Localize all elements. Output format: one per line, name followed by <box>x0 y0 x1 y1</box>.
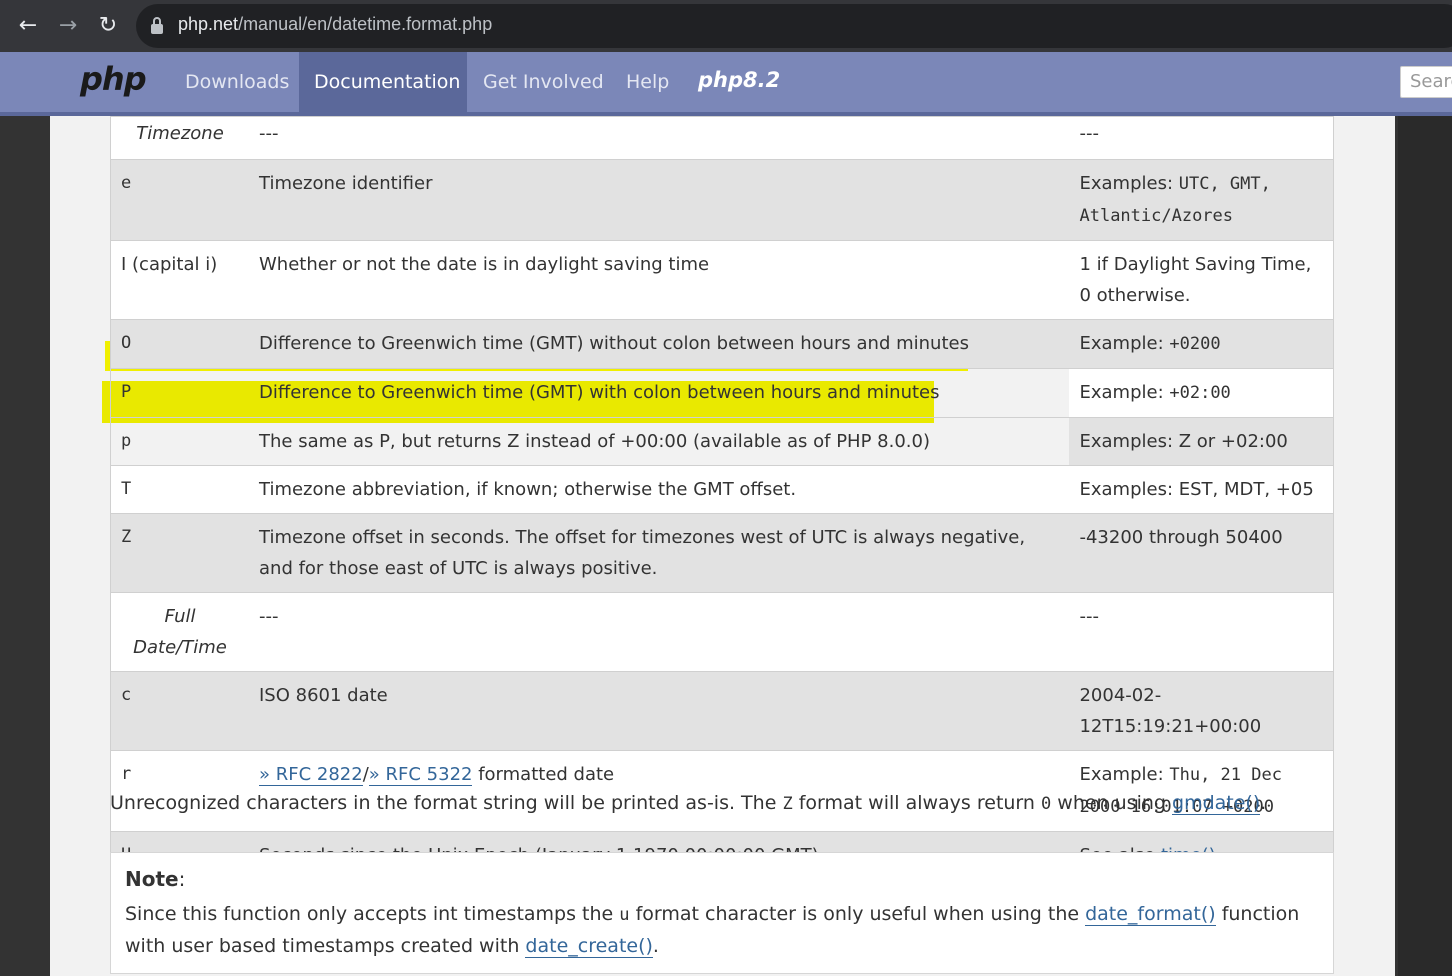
browser-toolbar: ← → ↻ php.net/manual/en/datetime.format.… <box>0 0 1452 52</box>
nav-help[interactable]: Help <box>611 52 684 112</box>
table-row: Full Date/Time --- --- <box>110 592 1334 672</box>
arrow-right-icon[interactable]: → <box>52 10 84 42</box>
table-row: Timezone --- --- <box>110 116 1334 160</box>
rfc-2822-link[interactable]: » RFC 2822 <box>259 764 363 786</box>
note-body: Since this function only accepts int tim… <box>125 903 1300 958</box>
date-format-link[interactable]: date_format() <box>1085 903 1216 926</box>
manual-content: Timezone --- --- e Timezone identifier E… <box>50 116 1395 976</box>
arrow-left-icon[interactable]: ← <box>12 10 44 42</box>
table-row: P Difference to Greenwich time (GMT) wit… <box>110 368 1334 418</box>
table-row: r » RFC 2822/» RFC 5322 formatted date E… <box>110 750 1334 832</box>
search-input[interactable]: Search <box>1400 66 1452 98</box>
table-row: O Difference to Greenwich time (GMT) wit… <box>110 319 1334 369</box>
gmdate-link[interactable]: gmdate() <box>1172 792 1261 815</box>
php-logo[interactable]: php <box>80 60 147 98</box>
note-title: Note: <box>125 867 186 891</box>
nav-get-involved[interactable]: Get Involved <box>468 52 619 112</box>
lock-icon <box>151 17 163 34</box>
table-row: p The same as P, but returns Z instead o… <box>110 417 1334 466</box>
page-gutter <box>1398 116 1452 976</box>
reload-icon[interactable]: ↻ <box>92 10 124 42</box>
php-navbar: php Downloads Documentation Get Involved… <box>0 52 1452 116</box>
group-label: Full Date/Time <box>110 592 249 672</box>
note-box: Note: Since this function only accepts i… <box>110 852 1334 974</box>
table-row: T Timezone abbreviation, if known; other… <box>110 465 1334 514</box>
search-placeholder: Search <box>1410 71 1452 92</box>
rfc-5322-link[interactable]: » RFC 5322 <box>368 764 473 786</box>
group-label: Timezone <box>110 116 249 160</box>
unrecognized-chars-paragraph: Unrecognized characters in the format st… <box>110 792 1267 815</box>
table-row: I (capital i) Whether or not the date is… <box>110 240 1334 320</box>
date-create-link[interactable]: date_create() <box>525 935 653 958</box>
nav-downloads[interactable]: Downloads <box>170 52 304 112</box>
nav-documentation[interactable]: Documentation <box>299 52 467 112</box>
table-row: e Timezone identifier Examples: UTC, GMT… <box>110 159 1334 241</box>
url-text[interactable]: php.net/manual/en/datetime.format.php <box>178 14 492 35</box>
table-row: c ISO 8601 date 2004-02-12T15:19:21+00:0… <box>110 671 1334 751</box>
php-version-badge[interactable]: php8.2 <box>698 68 780 92</box>
format-table: Timezone --- --- e Timezone identifier E… <box>110 116 1334 880</box>
table-row: Z Timezone offset in seconds. The offset… <box>110 513 1334 593</box>
